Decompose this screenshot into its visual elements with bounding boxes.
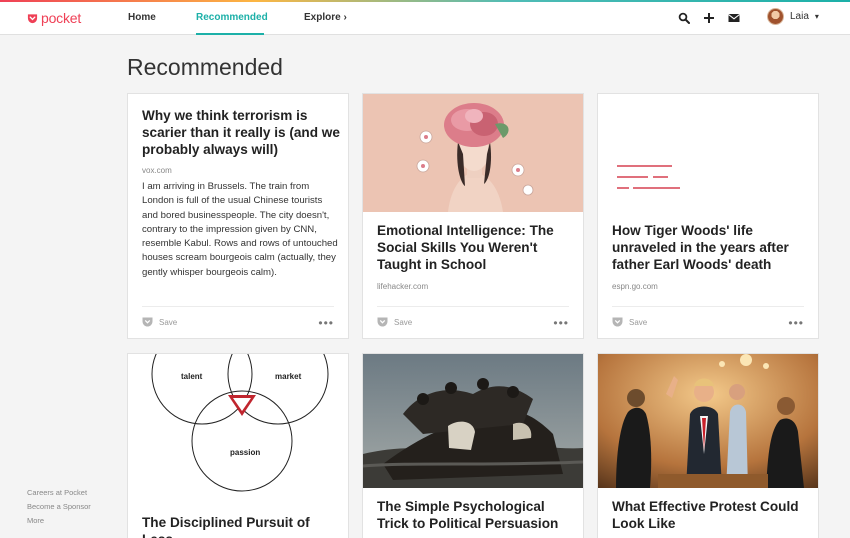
venn-label-market: market xyxy=(275,372,302,381)
article-domain: lifehacker.com xyxy=(377,282,429,291)
article-card[interactable]: The Simple Psychological Trick to Politi… xyxy=(362,353,584,538)
article-title[interactable]: The Disciplined Pursuit of Less xyxy=(142,514,342,538)
footer-link-careers[interactable]: Careers at Pocket xyxy=(27,486,91,500)
save-label: Save xyxy=(629,317,648,327)
more-options-icon[interactable]: ••• xyxy=(318,317,334,329)
top-nav-bar: pocket Home Recommended Explore › Laia ▾ xyxy=(0,2,850,35)
add-icon[interactable] xyxy=(703,12,715,24)
more-options-icon[interactable]: ••• xyxy=(788,317,804,329)
user-menu[interactable]: Laia ▾ xyxy=(767,8,819,25)
page-title: Recommended xyxy=(127,54,283,80)
search-icon[interactable] xyxy=(678,12,690,24)
pocket-save-icon xyxy=(142,317,153,327)
article-domain: vox.com xyxy=(142,166,172,175)
save-button[interactable]: Save xyxy=(612,317,647,327)
avatar xyxy=(767,8,784,25)
venn-diagram-thumbnail[interactable]: talent market passion xyxy=(128,354,349,504)
username: Laia xyxy=(790,11,809,22)
nav-explore-label: Explore xyxy=(304,12,341,23)
article-excerpt: I am arriving in Brussels. The train fro… xyxy=(142,181,338,278)
card-divider xyxy=(612,306,804,307)
article-placeholder-thumbnail xyxy=(598,94,818,212)
save-label: Save xyxy=(394,317,413,327)
article-title[interactable]: Emotional Intelligence: The Social Skill… xyxy=(377,222,572,273)
article-domain: espn.go.com xyxy=(612,282,658,291)
article-card[interactable]: What Effective Protest Could Look Like xyxy=(597,353,819,538)
save-button[interactable]: Save xyxy=(377,317,412,327)
pocket-save-icon xyxy=(612,317,623,327)
article-card[interactable]: Why we think terrorism is scarier than i… xyxy=(127,93,349,339)
mail-icon[interactable] xyxy=(728,12,740,24)
venn-label-passion: passion xyxy=(230,448,260,457)
pocket-logo-icon xyxy=(27,13,38,23)
article-title[interactable]: How Tiger Woods' life unraveled in the y… xyxy=(612,222,807,273)
nav-home[interactable]: Home xyxy=(128,12,156,23)
nav-active-underline xyxy=(196,33,264,35)
venn-label-talent: talent xyxy=(181,372,203,381)
article-card[interactable]: Emotional Intelligence: The Social Skill… xyxy=(362,93,584,339)
save-button[interactable]: Save xyxy=(142,317,177,327)
article-title[interactable]: What Effective Protest Could Look Like xyxy=(612,498,807,532)
pocket-logo[interactable]: pocket xyxy=(27,10,81,26)
nav-recommended[interactable]: Recommended xyxy=(196,12,268,23)
article-card[interactable]: How Tiger Woods' life unraveled in the y… xyxy=(597,93,819,339)
card-divider xyxy=(142,306,334,307)
footer-link-sponsor[interactable]: Become a Sponsor xyxy=(27,500,91,514)
article-title[interactable]: The Simple Psychological Trick to Politi… xyxy=(377,498,572,532)
article-thumbnail[interactable] xyxy=(363,94,584,212)
pocket-save-icon xyxy=(377,317,388,327)
save-label: Save xyxy=(159,317,178,327)
article-card[interactable]: talent market passion The Disciplined Pu… xyxy=(127,353,349,538)
card-divider xyxy=(377,306,569,307)
pocket-logo-text: pocket xyxy=(41,10,82,26)
nav-explore[interactable]: Explore › xyxy=(304,12,347,23)
chevron-down-icon: ▾ xyxy=(814,12,819,21)
footer-links: Careers at Pocket Become a Sponsor More xyxy=(27,486,91,528)
more-options-icon[interactable]: ••• xyxy=(553,317,569,329)
footer-link-more[interactable]: More xyxy=(27,514,91,528)
chevron-right-icon: › xyxy=(343,12,347,23)
article-thumbnail[interactable] xyxy=(598,354,819,488)
article-thumbnail[interactable] xyxy=(363,354,584,488)
article-title[interactable]: Why we think terrorism is scarier than i… xyxy=(142,107,342,158)
